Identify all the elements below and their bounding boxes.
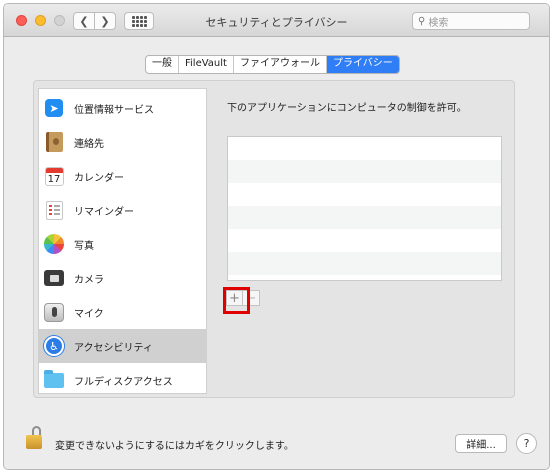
sidebar-item-label: カレンダー bbox=[74, 172, 124, 184]
zoom-window-button[interactable] bbox=[54, 15, 65, 26]
grid-icon bbox=[131, 15, 147, 27]
list-item bbox=[228, 183, 501, 206]
sidebar-item-label: アクセシビリティ bbox=[74, 342, 153, 354]
sidebar-item-camera[interactable]: カメラ bbox=[39, 261, 206, 295]
close-window-button[interactable] bbox=[16, 15, 27, 26]
window-title: セキュリティとプライバシー bbox=[205, 16, 348, 29]
chevron-right-icon: ❯ bbox=[100, 14, 110, 28]
allowed-apps-list[interactable] bbox=[227, 136, 502, 281]
search-placeholder: 検索 bbox=[428, 17, 449, 29]
camera-icon bbox=[44, 270, 64, 286]
sidebar-item-label: カメラ bbox=[74, 274, 104, 286]
sidebar-item-full-disk-access[interactable]: フルディスクアクセス bbox=[39, 363, 206, 397]
search-icon: ⚲ bbox=[418, 15, 426, 27]
list-item bbox=[228, 252, 501, 275]
lock-icon[interactable] bbox=[24, 426, 44, 450]
preferences-tabs: 一般 FileVault ファイアウォール プライバシー bbox=[145, 55, 400, 74]
sidebar-item-reminders[interactable]: リマインダー bbox=[39, 193, 206, 227]
permission-description: 下のアプリケーションにコンピュータの制御を許可。 bbox=[227, 103, 467, 114]
sidebar-item-label: フルディスクアクセス bbox=[74, 376, 173, 388]
reminders-list-icon bbox=[45, 200, 63, 220]
list-item bbox=[228, 206, 501, 229]
tab-filevault[interactable]: FileVault bbox=[179, 56, 234, 73]
sidebar-item-label: 位置情報サービス bbox=[74, 104, 154, 116]
back-button[interactable]: ❮ bbox=[73, 12, 95, 30]
chevron-left-icon: ❮ bbox=[79, 14, 89, 28]
sidebar-item-calendars[interactable]: 17 カレンダー bbox=[39, 159, 206, 193]
folder-icon bbox=[44, 369, 64, 388]
privacy-category-list: ➤ 位置情報サービス 連絡先 17 カレンダー リマインダー 写真 カメラ マイ… bbox=[38, 88, 207, 394]
list-item bbox=[228, 275, 501, 280]
sidebar-item-location-services[interactable]: ➤ 位置情報サービス bbox=[39, 91, 206, 125]
minimize-window-button[interactable] bbox=[35, 15, 46, 26]
sidebar-item-label: マイク bbox=[74, 308, 104, 320]
forward-button[interactable]: ❯ bbox=[94, 12, 116, 30]
sidebar-item-accessibility[interactable]: ♿ アクセシビリティ bbox=[39, 329, 206, 363]
help-button[interactable]: ? bbox=[516, 433, 537, 454]
accessibility-icon: ♿ bbox=[44, 336, 64, 356]
search-field[interactable]: ⚲ 検索 bbox=[412, 12, 530, 30]
location-arrow-icon: ➤ bbox=[45, 99, 63, 117]
contacts-book-icon bbox=[45, 132, 63, 152]
photos-flower-icon bbox=[44, 234, 64, 254]
list-item bbox=[228, 229, 501, 252]
lock-instruction: 変更できないようにするにはカギをクリックします。 bbox=[55, 441, 294, 452]
sidebar-item-label: リマインダー bbox=[74, 206, 134, 218]
microphone-icon bbox=[44, 302, 64, 322]
show-all-button[interactable] bbox=[124, 12, 154, 30]
details-button[interactable]: 詳細... bbox=[455, 434, 507, 453]
calendar-icon: 17 bbox=[44, 166, 64, 186]
sidebar-item-microphone[interactable]: マイク bbox=[39, 295, 206, 329]
tab-firewall[interactable]: ファイアウォール bbox=[234, 56, 327, 73]
list-item bbox=[228, 137, 501, 160]
sidebar-item-label: 写真 bbox=[74, 240, 94, 252]
tab-privacy[interactable]: プライバシー bbox=[326, 56, 399, 73]
list-item bbox=[228, 160, 501, 183]
sidebar-item-contacts[interactable]: 連絡先 bbox=[39, 125, 206, 159]
sidebar-item-photos[interactable]: 写真 bbox=[39, 227, 206, 261]
title-bar: ❮ ❯ セキュリティとプライバシー ⚲ 検索 bbox=[4, 4, 549, 37]
tab-general[interactable]: 一般 bbox=[146, 56, 179, 73]
sidebar-item-label: 連絡先 bbox=[74, 138, 104, 150]
highlight-box bbox=[223, 287, 250, 314]
